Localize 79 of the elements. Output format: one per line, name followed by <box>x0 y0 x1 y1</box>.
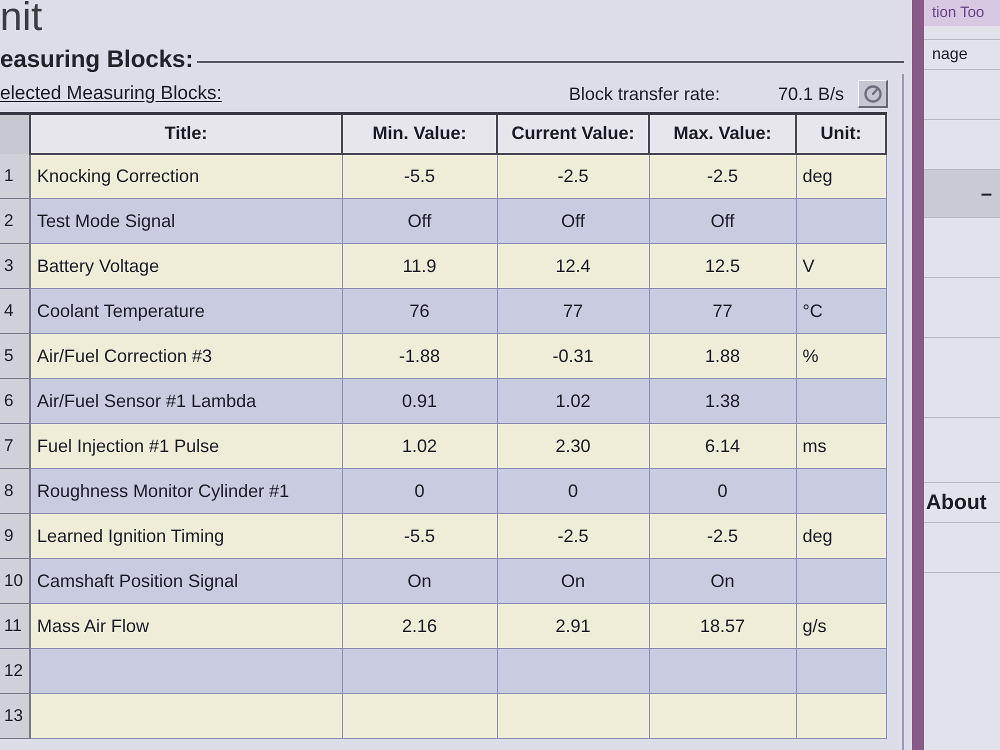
table-cell: 2.30 <box>497 424 649 468</box>
row-number: 11 <box>0 604 30 648</box>
block-title-cell: Air/Fuel Correction #3 <box>30 334 342 378</box>
table-cell: -0.31 <box>497 334 649 378</box>
gauge-icon <box>864 84 882 102</box>
column-header[interactable]: Title: <box>30 114 342 154</box>
table-cell: 76 <box>342 288 497 334</box>
table-cell: 77 <box>649 288 796 334</box>
dash-button[interactable]: – <box>980 184 992 204</box>
table-cell: 2.91 <box>497 604 649 648</box>
row-number: 5 <box>0 334 30 378</box>
block-title-cell: Roughness Monitor Cylinder #1 <box>30 468 342 514</box>
table-cell: g/s <box>796 604 886 648</box>
table-cell: deg <box>796 154 886 198</box>
row-number: 4 <box>0 288 30 334</box>
column-header[interactable]: Max. Value: <box>649 114 796 154</box>
table-cell: deg <box>796 514 886 558</box>
table-cell: 18.57 <box>649 604 796 648</box>
table-cell: -1.88 <box>342 334 497 378</box>
table-cell: -2.5 <box>649 514 796 558</box>
table-cell: ms <box>796 424 886 468</box>
row-number: 8 <box>0 468 30 514</box>
table-cell: 12.5 <box>649 244 796 288</box>
menu-item[interactable]: nage <box>932 42 968 66</box>
table-cell: Off <box>649 198 796 244</box>
table-cell: 1.02 <box>497 378 649 424</box>
block-title-cell: Test Mode Signal <box>30 198 342 244</box>
window-title: nit <box>0 0 42 40</box>
table-cell: -5.5 <box>342 514 497 558</box>
table-cell: % <box>796 334 886 378</box>
gauge-button[interactable] <box>858 80 888 108</box>
transfer-rate-value: 70.1 B/s <box>778 82 844 106</box>
table-cell: 0 <box>649 468 796 514</box>
block-title-cell: Knocking Correction <box>30 154 342 198</box>
table-cell: V <box>796 244 886 288</box>
row-number: 2 <box>0 198 30 244</box>
table-cell: °C <box>796 288 886 334</box>
group-title: easuring Blocks: <box>0 46 194 74</box>
row-number: 9 <box>0 514 30 558</box>
table-cell: 1.02 <box>342 424 497 468</box>
table-cell: On <box>497 558 649 604</box>
table-cell: -2.5 <box>649 154 796 198</box>
column-header[interactable]: Current Value: <box>497 114 649 154</box>
block-title-cell: Learned Ignition Timing <box>30 514 342 558</box>
transfer-rate-label: Block transfer rate: <box>568 82 720 106</box>
row-number: 13 <box>0 694 30 738</box>
table-cell: On <box>342 558 497 604</box>
about-link[interactable]: About <box>926 486 987 518</box>
row-number: 3 <box>0 244 30 288</box>
block-title-cell: Camshaft Position Signal <box>30 558 342 604</box>
table-cell: 6.14 <box>649 424 796 468</box>
block-title-cell: Coolant Temperature <box>30 288 342 334</box>
table-cell: 11.9 <box>342 244 497 288</box>
table-cell: 77 <box>497 288 649 334</box>
table-cell: -2.5 <box>497 514 649 558</box>
block-title-cell: Battery Voltage <box>30 244 342 288</box>
column-header[interactable]: Unit: <box>796 114 886 154</box>
section-label: elected Measuring Blocks: <box>0 82 222 106</box>
table-cell: -2.5 <box>497 154 649 198</box>
block-title-cell: Fuel Injection #1 Pulse <box>30 424 342 468</box>
block-title-cell: Mass Air Flow <box>30 604 342 648</box>
table-cell: Off <box>497 198 649 244</box>
table-cell: 1.38 <box>649 378 796 424</box>
table-cell: -5.5 <box>342 154 497 198</box>
table-cell: 12.4 <box>497 244 649 288</box>
column-header[interactable]: Min. Value: <box>342 114 497 154</box>
row-number: 1 <box>0 154 30 198</box>
row-number: 7 <box>0 424 30 468</box>
table-cell: 0 <box>497 468 649 514</box>
table-cell: 1.88 <box>649 334 796 378</box>
row-number: 6 <box>0 378 30 424</box>
row-number: 10 <box>0 558 30 604</box>
table-cell: 2.16 <box>342 604 497 648</box>
row-number: 12 <box>0 648 30 694</box>
table-cell: Off <box>342 198 497 244</box>
table-cell: 0.91 <box>342 378 497 424</box>
table-cell: 0 <box>342 468 497 514</box>
table-cell: On <box>649 558 796 604</box>
block-title-cell: Air/Fuel Sensor #1 Lambda <box>30 378 342 424</box>
